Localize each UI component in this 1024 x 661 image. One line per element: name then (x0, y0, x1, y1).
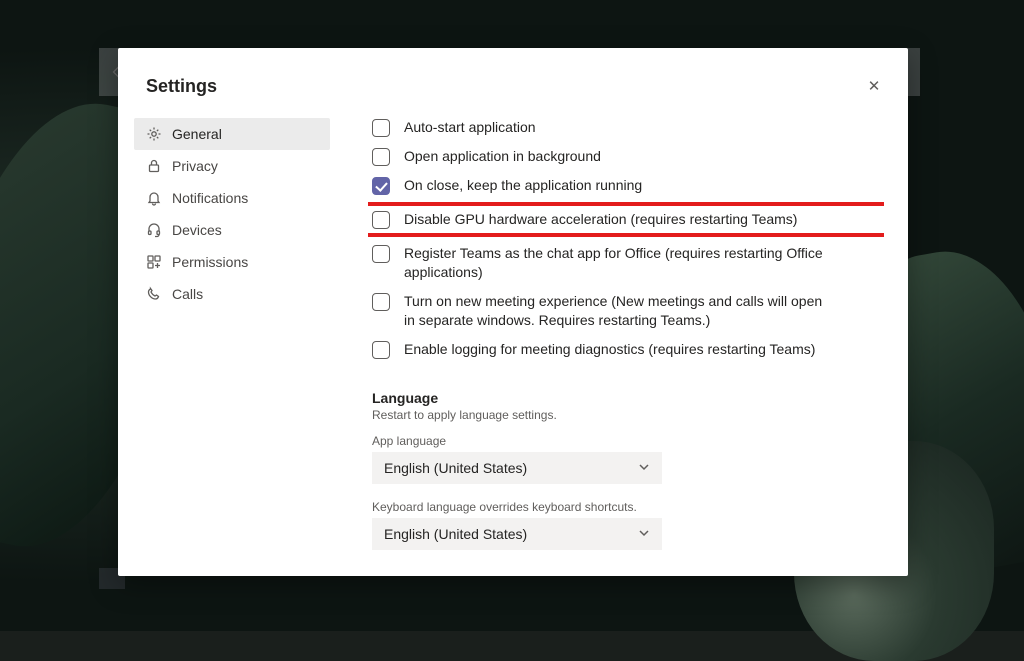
checkbox-label: Enable logging for meeting diagnostics (… (404, 340, 815, 359)
bell-icon (146, 190, 162, 206)
language-restart-note: Restart to apply language settings. (368, 408, 884, 422)
sidebar-item-calls[interactable]: Calls (134, 278, 330, 310)
checkbox-row: Turn on new meeting experience (New meet… (368, 287, 884, 335)
checkbox[interactable] (372, 341, 390, 359)
headset-icon (146, 222, 162, 238)
checkbox-label: On close, keep the application running (404, 176, 642, 195)
settings-sidebar: General Privacy Notifications Devices Permis… (134, 118, 330, 310)
keyboard-language-select[interactable]: English (United States) (372, 518, 662, 550)
checkbox[interactable] (372, 293, 390, 311)
sidebar-item-privacy[interactable]: Privacy (134, 150, 330, 182)
checkbox-label: Auto-start application (404, 118, 536, 137)
app-language-select[interactable]: English (United States) (372, 452, 662, 484)
sidebar-item-label: Permissions (172, 254, 248, 270)
checkbox-row: On close, keep the application running (368, 171, 884, 200)
sidebar-item-notifications[interactable]: Notifications (134, 182, 330, 214)
settings-dialog: Settings ✕ General Privacy Notifications De… (118, 48, 908, 576)
checkbox-row: Disable GPU hardware acceleration (requi… (368, 202, 884, 237)
checkbox-row: Register Teams as the chat app for Offic… (368, 239, 884, 287)
sidebar-item-label: General (172, 126, 222, 142)
checkbox[interactable] (372, 177, 390, 195)
checkbox-row: Auto-start application (368, 113, 884, 142)
checkbox[interactable] (372, 119, 390, 137)
checkbox-label: Disable GPU hardware acceleration (requi… (404, 210, 797, 229)
keyboard-language-value: English (United States) (384, 526, 527, 542)
sidebar-item-label: Devices (172, 222, 222, 238)
app-language-value: English (United States) (384, 460, 527, 476)
sidebar-item-label: Notifications (172, 190, 248, 206)
checkbox[interactable] (372, 211, 390, 229)
settings-content: Auto-start application Open application i… (368, 113, 884, 576)
checkbox-label: Open application in background (404, 147, 601, 166)
checkbox-row: Enable logging for meeting diagnostics (… (368, 335, 884, 364)
checkbox[interactable] (372, 148, 390, 166)
phone-icon (146, 286, 162, 302)
keyboard-language-label: Keyboard language overrides keyboard sho… (368, 500, 884, 514)
language-header: Language (368, 390, 884, 406)
close-button[interactable]: ✕ (862, 74, 886, 98)
checkbox-row: Open application in background (368, 142, 884, 171)
checkbox-label: Turn on new meeting experience (New meet… (404, 292, 834, 330)
chevron-down-icon (638, 460, 650, 476)
app-language-label: App language (368, 434, 884, 448)
gear-icon (146, 126, 162, 142)
sidebar-item-label: Privacy (172, 158, 218, 174)
checkbox-label: Register Teams as the chat app for Offic… (404, 244, 834, 282)
close-icon: ✕ (868, 77, 881, 95)
sidebar-item-label: Calls (172, 286, 203, 302)
sidebar-item-devices[interactable]: Devices (134, 214, 330, 246)
dialog-title: Settings (146, 76, 217, 97)
checkbox[interactable] (372, 245, 390, 263)
apps-icon (146, 254, 162, 270)
sidebar-item-general[interactable]: General (134, 118, 330, 150)
sidebar-item-permissions[interactable]: Permissions (134, 246, 330, 278)
lock-icon (146, 158, 162, 174)
chevron-down-icon (638, 526, 650, 542)
